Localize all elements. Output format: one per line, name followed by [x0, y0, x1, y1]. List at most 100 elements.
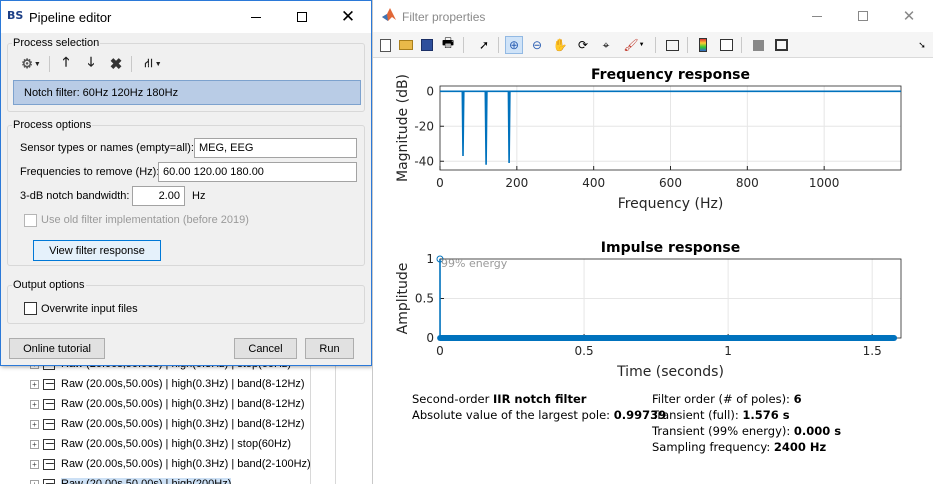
zoom-out-icon: ⊖ [531, 38, 543, 52]
tree-item[interactable]: + Raw (20.00s,50.00s) | high(0.3Hz) | ban… [30, 375, 305, 393]
data-cursor-button[interactable]: ⌖ [597, 36, 615, 54]
zoom-out-button[interactable]: ⊖ [528, 36, 546, 54]
pan-button[interactable]: ✋ [551, 36, 569, 54]
transient-full-label: Transient (full): [652, 408, 739, 422]
frequencies-label: Frequencies to remove (Hz): [20, 166, 160, 178]
minimize-icon [251, 16, 261, 18]
zoom-in-button[interactable]: ⊕ [505, 36, 523, 54]
new-figure-button[interactable] [376, 36, 394, 54]
expand-icon[interactable]: + [30, 439, 39, 449]
data-tip-icon: ⌖ [602, 37, 610, 52]
order-value: 6 [793, 392, 802, 406]
maximize-button[interactable] [279, 1, 325, 33]
open-file-button[interactable] [397, 36, 415, 54]
delete-x-icon: ✖ [109, 56, 123, 73]
sampling-label: Sampling frequency: [652, 440, 771, 454]
filter-type-prefix: Second-order [412, 392, 490, 406]
bandwidth-input[interactable] [132, 186, 185, 206]
rotate-3d-button[interactable]: ⟳ [574, 36, 592, 54]
close-button[interactable]: ✕ [886, 0, 932, 32]
freq-x-axis-label: Frequency (Hz) [618, 196, 724, 212]
pipeline-tree-menu-button[interactable]: ⛙ ▼ [139, 53, 167, 75]
expand-icon[interactable]: + [30, 479, 39, 484]
process-selection-label: Process selection [12, 37, 101, 49]
old-filter-checkbox[interactable] [24, 214, 37, 227]
link-plot-button[interactable] [663, 36, 681, 54]
raw-data-icon [43, 478, 55, 484]
impulse-chart-title: Impulse response [601, 240, 740, 256]
pan-hand-icon: ✋ [552, 38, 568, 52]
expand-icon[interactable]: + [30, 419, 39, 429]
dropdown-arrow-icon: ▼ [638, 42, 645, 48]
colorbar-button[interactable] [694, 36, 712, 54]
view-filter-response-label: View filter response [49, 244, 145, 257]
show-plot-tools-button[interactable] [772, 36, 790, 54]
save-figure-button[interactable] [418, 36, 436, 54]
raw-data-icon [43, 438, 55, 450]
pole-label: Absolute value of the largest pole: [412, 408, 611, 422]
expand-icon[interactable]: + [30, 379, 39, 389]
close-button[interactable]: ✕ [325, 1, 371, 33]
sampling-value: 2400 Hz [773, 440, 827, 454]
arrow-down-icon: 🡓 [87, 54, 95, 69]
title-bar[interactable]: Filter properties ✕ [373, 0, 933, 32]
run-button[interactable]: Run [305, 338, 354, 359]
raw-data-icon [43, 398, 55, 410]
minimize-button[interactable] [233, 1, 279, 33]
legend-button[interactable] [717, 36, 735, 54]
process-list-item[interactable]: Notch filter: 60Hz 120Hz 180Hz [13, 80, 361, 105]
impulse-x-tick-label: 0.5 [575, 344, 594, 358]
dock-figure-button[interactable]: ➘ [915, 36, 929, 54]
freq-y-tick-label: -40 [414, 154, 434, 168]
hide-plot-tools-button[interactable] [749, 36, 767, 54]
freq-x-tick-label: 200 [505, 176, 528, 190]
transient-99-value: 0.000 s [793, 424, 842, 438]
frequencies-input[interactable] [158, 162, 357, 182]
tree-item[interactable]: + Raw (20.00s,50.00s) | high(200Hz) [30, 475, 232, 484]
tree-item[interactable]: + Raw (20.00s,50.00s) | high(0.3Hz) | ban… [30, 415, 305, 433]
sensor-types-input[interactable] [194, 138, 357, 158]
show-tools-icon [774, 39, 788, 51]
maximize-button[interactable] [840, 0, 886, 32]
transient-full-info: Transient (full): 1.576 s [652, 408, 790, 422]
remove-process-button[interactable]: ✖ [105, 53, 127, 75]
minimize-button[interactable] [794, 0, 840, 32]
gear-icon: ⚙ [21, 56, 33, 71]
impulse-x-tick-label: 1 [724, 344, 732, 358]
view-filter-response-button[interactable]: View filter response [33, 240, 161, 261]
expand-icon[interactable]: + [30, 459, 39, 469]
settings-menu-button[interactable]: ⚙ ▼ [17, 53, 45, 75]
freq-x-tick-label: 1000 [809, 176, 840, 190]
brush-icon: 🖌 [623, 38, 639, 52]
tree-item[interactable]: + Raw (20.00s,50.00s) | high(0.3Hz) | ban… [30, 455, 311, 473]
sampling-info: Sampling frequency: 2400 Hz [652, 440, 826, 454]
toolbar-separator [687, 37, 688, 53]
tree-separator [335, 364, 336, 484]
pipeline-editor-window: BS Pipeline editor ✕ Process selection ⚙… [0, 0, 372, 366]
window-title: Filter properties [402, 10, 486, 24]
move-up-button[interactable]: 🡑 [55, 53, 77, 75]
online-tutorial-button[interactable]: Online tutorial [9, 338, 105, 359]
dropdown-arrow-icon: ▼ [33, 60, 41, 68]
dropdown-arrow-icon: ▼ [154, 60, 162, 68]
tree-item[interactable]: + Raw (20.00s,50.00s) | high(0.3Hz) | ban… [30, 395, 305, 413]
edit-plot-button[interactable]: ➚ [475, 36, 493, 54]
maximize-icon [858, 11, 868, 21]
toolbar-separator [655, 37, 656, 53]
toolbar-separator [463, 37, 464, 53]
cancel-button[interactable]: Cancel [234, 338, 297, 359]
maximize-icon [297, 12, 307, 22]
sensor-types-label: Sensor types or names (empty=all): [20, 142, 194, 154]
window-title: Pipeline editor [29, 10, 112, 25]
old-filter-label: Use old filter implementation (before 20… [41, 214, 249, 226]
freq-chart-title: Frequency response [591, 67, 750, 83]
tree-item[interactable]: + Raw (20.00s,50.00s) | high(0.3Hz) | sto… [30, 435, 291, 453]
title-bar[interactable]: BS Pipeline editor ✕ [1, 1, 371, 33]
toolbar-separator [741, 37, 742, 53]
brush-button[interactable]: 🖌 ▼ [620, 36, 648, 54]
overwrite-checkbox[interactable] [24, 302, 37, 315]
print-figure-button[interactable]: 🖶 [439, 35, 457, 54]
move-down-button[interactable]: 🡓 [80, 53, 102, 75]
database-tree: + Raw (20.00s,50.00s) | high(0.3Hz) | sto… [0, 364, 372, 484]
expand-icon[interactable]: + [30, 399, 39, 409]
